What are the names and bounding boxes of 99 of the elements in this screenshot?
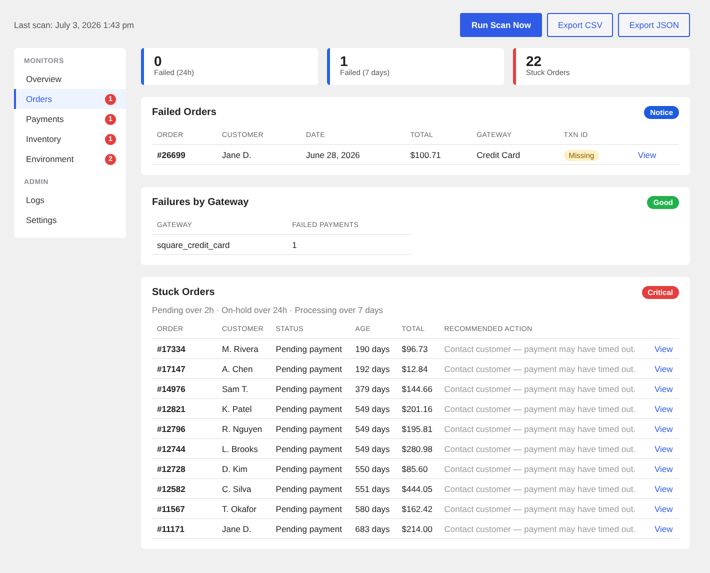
view-link[interactable]: View xyxy=(654,384,673,394)
view-link[interactable]: View xyxy=(654,524,673,534)
panel-title: Stuck Orders xyxy=(152,287,215,298)
table-cell: 379 days xyxy=(355,384,390,394)
table-cell: #14976 xyxy=(157,384,186,394)
stat-value: 22 xyxy=(526,54,543,68)
table-cell: 549 days xyxy=(355,404,390,414)
table-cell: Contact customer — payment may have timed out. xyxy=(444,364,636,374)
table-cell: $85.60 xyxy=(402,464,428,474)
view-link[interactable]: View xyxy=(654,484,673,494)
table-cell: R. Nguyen xyxy=(222,424,262,434)
table-cell: Contact customer — payment may have timed out. xyxy=(444,484,636,494)
table-cell: Contact customer — payment may have timed out. xyxy=(444,524,636,534)
table-cell: K. Patel xyxy=(222,404,252,414)
table-cell: #17334 xyxy=(157,344,186,354)
view-link[interactable]: View xyxy=(654,444,673,454)
view-link[interactable]: View xyxy=(654,344,673,354)
sidebar-item-label: Payments xyxy=(26,114,64,124)
table-cell: C. Silva xyxy=(222,484,252,494)
table-cell: Pending payment xyxy=(276,464,342,474)
table-cell: 580 days xyxy=(355,504,390,514)
table-cell: 192 days xyxy=(355,364,390,374)
table-cell: Pending payment xyxy=(276,364,342,374)
table-cell: D. Kim xyxy=(222,464,248,474)
table-cell: Contact customer — payment may have timed out. xyxy=(444,464,636,474)
table-cell: $144.66 xyxy=(402,384,432,394)
table-cell: A. Chen xyxy=(222,364,253,374)
table-cell: $96.73 xyxy=(402,344,428,354)
table-cell: #12582 xyxy=(157,484,186,494)
table-cell: 550 days xyxy=(355,464,390,474)
table-cell: Sam T. xyxy=(222,384,248,394)
table-cell: $214.00 xyxy=(402,524,432,534)
stat-value: 0 xyxy=(154,54,163,68)
table-cell: Jane D. xyxy=(222,524,252,534)
table-cell: Pending payment xyxy=(276,404,342,414)
view-link[interactable]: View xyxy=(654,364,673,374)
table-cell: 551 days xyxy=(355,484,390,494)
table-cell: #11171 xyxy=(157,524,184,534)
table-cell: 549 days xyxy=(355,444,390,454)
table-cell: Contact customer — payment may have timed out. xyxy=(444,404,636,414)
table-cell: Pending payment xyxy=(276,524,342,534)
sidebar-item-label: Settings xyxy=(26,215,57,225)
sidebar-item[interactable]: Overview xyxy=(14,69,126,89)
table-cell: #12821 xyxy=(157,404,186,414)
stat-value: 1 xyxy=(340,54,349,68)
table-cell: $100.71 xyxy=(410,150,441,160)
table-cell: #12728 xyxy=(157,464,186,474)
table-cell: $12.84 xyxy=(402,364,428,374)
table-cell: $195.81 xyxy=(402,424,432,434)
panel-title: Failures by Gateway xyxy=(152,197,249,208)
table-cell: #11567 xyxy=(157,504,185,514)
table-cell: Pending payment xyxy=(276,444,342,454)
sidebar-item[interactable]: Settings xyxy=(14,210,126,230)
table-cell: Pending payment xyxy=(276,384,342,394)
table-cell: #12744 xyxy=(157,444,186,454)
table-cell: #26699 xyxy=(157,150,186,160)
table-cell: 190 days xyxy=(355,344,390,354)
table-cell: #12796 xyxy=(157,424,186,434)
panel-subtitle: Pending over 2h · On-hold over 24h · Processing over 7 days xyxy=(152,305,384,315)
view-link[interactable]: View xyxy=(654,504,673,514)
header-button[interactable]: Run Scan Now xyxy=(460,13,542,37)
table-cell: Credit Card xyxy=(476,150,520,160)
table-cell: $280.98 xyxy=(402,444,432,454)
table-cell: Contact customer — payment may have timed out. xyxy=(444,344,636,354)
table-cell: June 28, 2026 xyxy=(306,150,360,160)
table-cell: 683 days xyxy=(355,524,390,534)
table-cell: #17147 xyxy=(157,364,186,374)
table-cell: Contact customer — payment may have timed out. xyxy=(444,444,636,454)
table-cell: Pending payment xyxy=(276,484,342,494)
table-cell: Pending payment xyxy=(276,344,342,354)
table-cell: Jane D. xyxy=(222,150,252,160)
panel-title: Failed Orders xyxy=(152,107,216,118)
view-link[interactable]: View xyxy=(654,404,673,414)
sidebar-item[interactable]: Logs xyxy=(14,190,126,210)
table-cell: $162.42 xyxy=(402,504,432,514)
table-cell: T. Okafor xyxy=(222,504,256,514)
table-cell: $444.05 xyxy=(402,484,432,494)
sidebar-item-label: Inventory xyxy=(26,134,61,144)
table-cell: Contact customer — payment may have timed out. xyxy=(444,424,636,434)
table-cell: 549 days xyxy=(355,424,390,434)
view-link[interactable]: View xyxy=(638,150,656,160)
table-cell: Contact customer — payment may have timed out. xyxy=(444,504,636,514)
sidebar-item-label: Environment xyxy=(26,154,74,164)
sidebar-item-label: Logs xyxy=(26,195,44,205)
last-scan-text: Last scan: July 3, 2026 1:43 pm xyxy=(14,20,134,30)
table-cell: M. Rivera xyxy=(222,344,258,354)
table-cell: Contact customer — payment may have timed out. xyxy=(444,384,636,394)
table-cell: L. Brooks xyxy=(222,444,258,454)
table-cell: 1 xyxy=(292,240,297,250)
sidebar-item-label: Overview xyxy=(26,74,62,84)
sidebar-item-label: Orders xyxy=(26,94,52,104)
table-cell: square_credit_card xyxy=(157,240,230,250)
view-link[interactable]: View xyxy=(654,464,673,474)
header-button[interactable]: Export CSV xyxy=(546,13,614,37)
header-button[interactable]: Export JSON xyxy=(618,13,690,37)
view-link[interactable]: View xyxy=(654,424,673,434)
table-cell: $201.16 xyxy=(402,404,432,414)
table-cell: Pending payment xyxy=(276,504,342,514)
table-cell: Pending payment xyxy=(276,424,342,434)
